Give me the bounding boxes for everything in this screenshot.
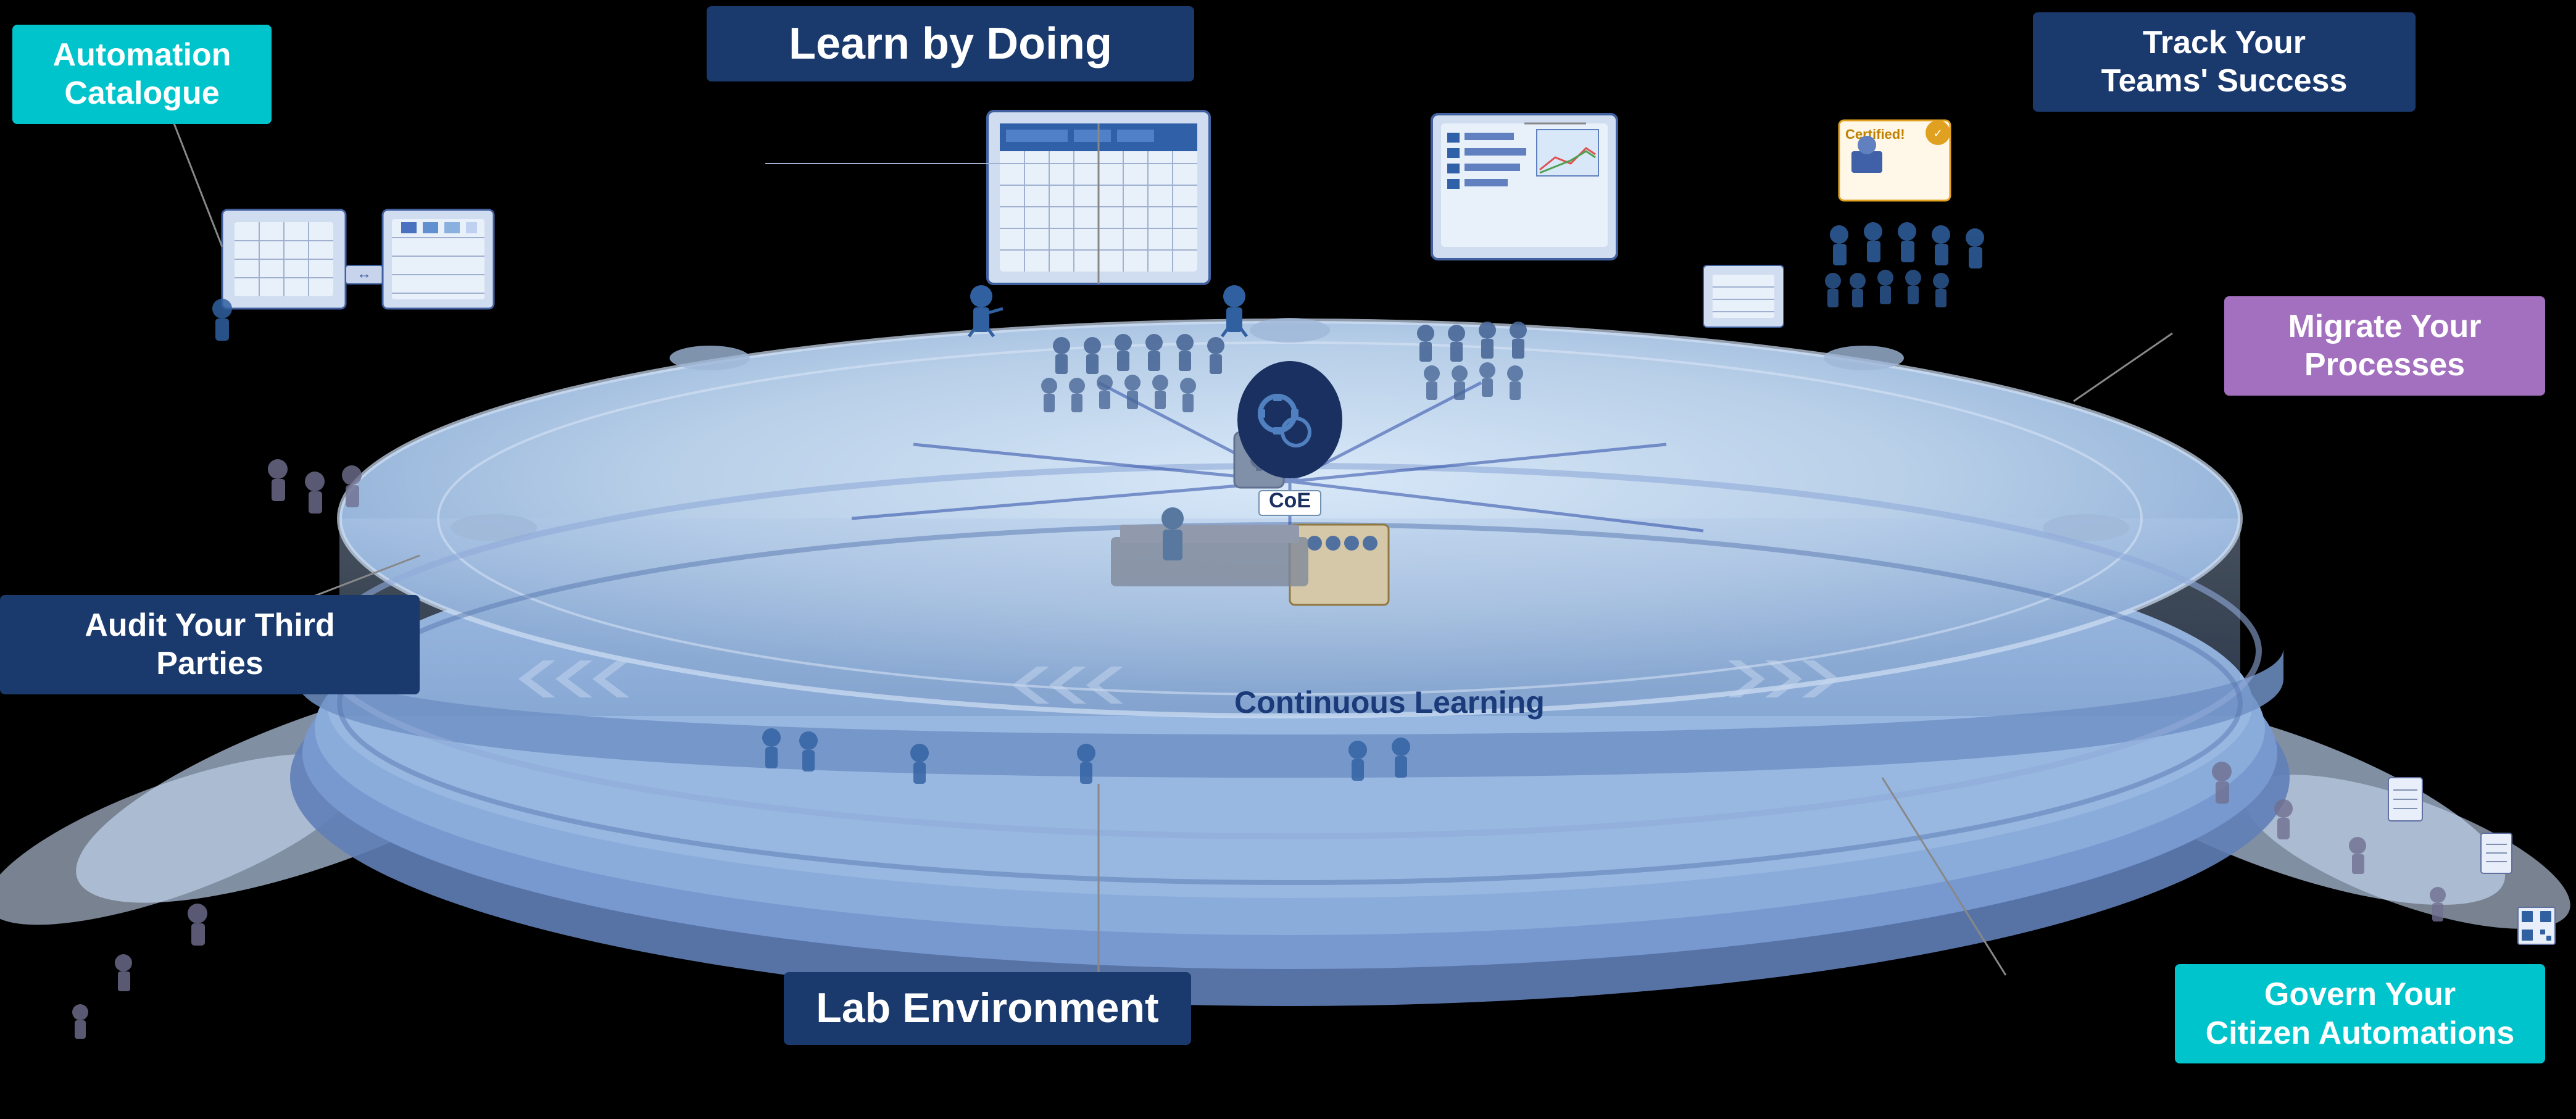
track-teams-success-label: Track YourTeams' Success (2033, 12, 2416, 112)
learn-by-doing-label: Learn by Doing (707, 6, 1194, 81)
svg-text:↔: ↔ (357, 265, 372, 282)
govern-citizen-label: Govern YourCitizen Automations (2175, 964, 2545, 1063)
continuous-learning-text: Continuous Learning (1234, 685, 1545, 720)
lab-environment-label: Lab Environment (784, 972, 1191, 1045)
audit-third-parties-label: Audit Your ThirdParties (0, 595, 420, 694)
svg-text:Certified!: Certified! (1845, 127, 1905, 142)
main-scene: ↔ (0, 0, 2576, 1119)
svg-text:✓: ✓ (1933, 127, 1942, 139)
migrate-processes-label: Migrate YourProcesses (2224, 296, 2545, 396)
svg-text:CoE: CoE (1269, 489, 1311, 512)
automation-catalogue-label: AutomationCatalogue (12, 25, 272, 124)
diagram-svg: ↔ (0, 0, 2576, 1119)
